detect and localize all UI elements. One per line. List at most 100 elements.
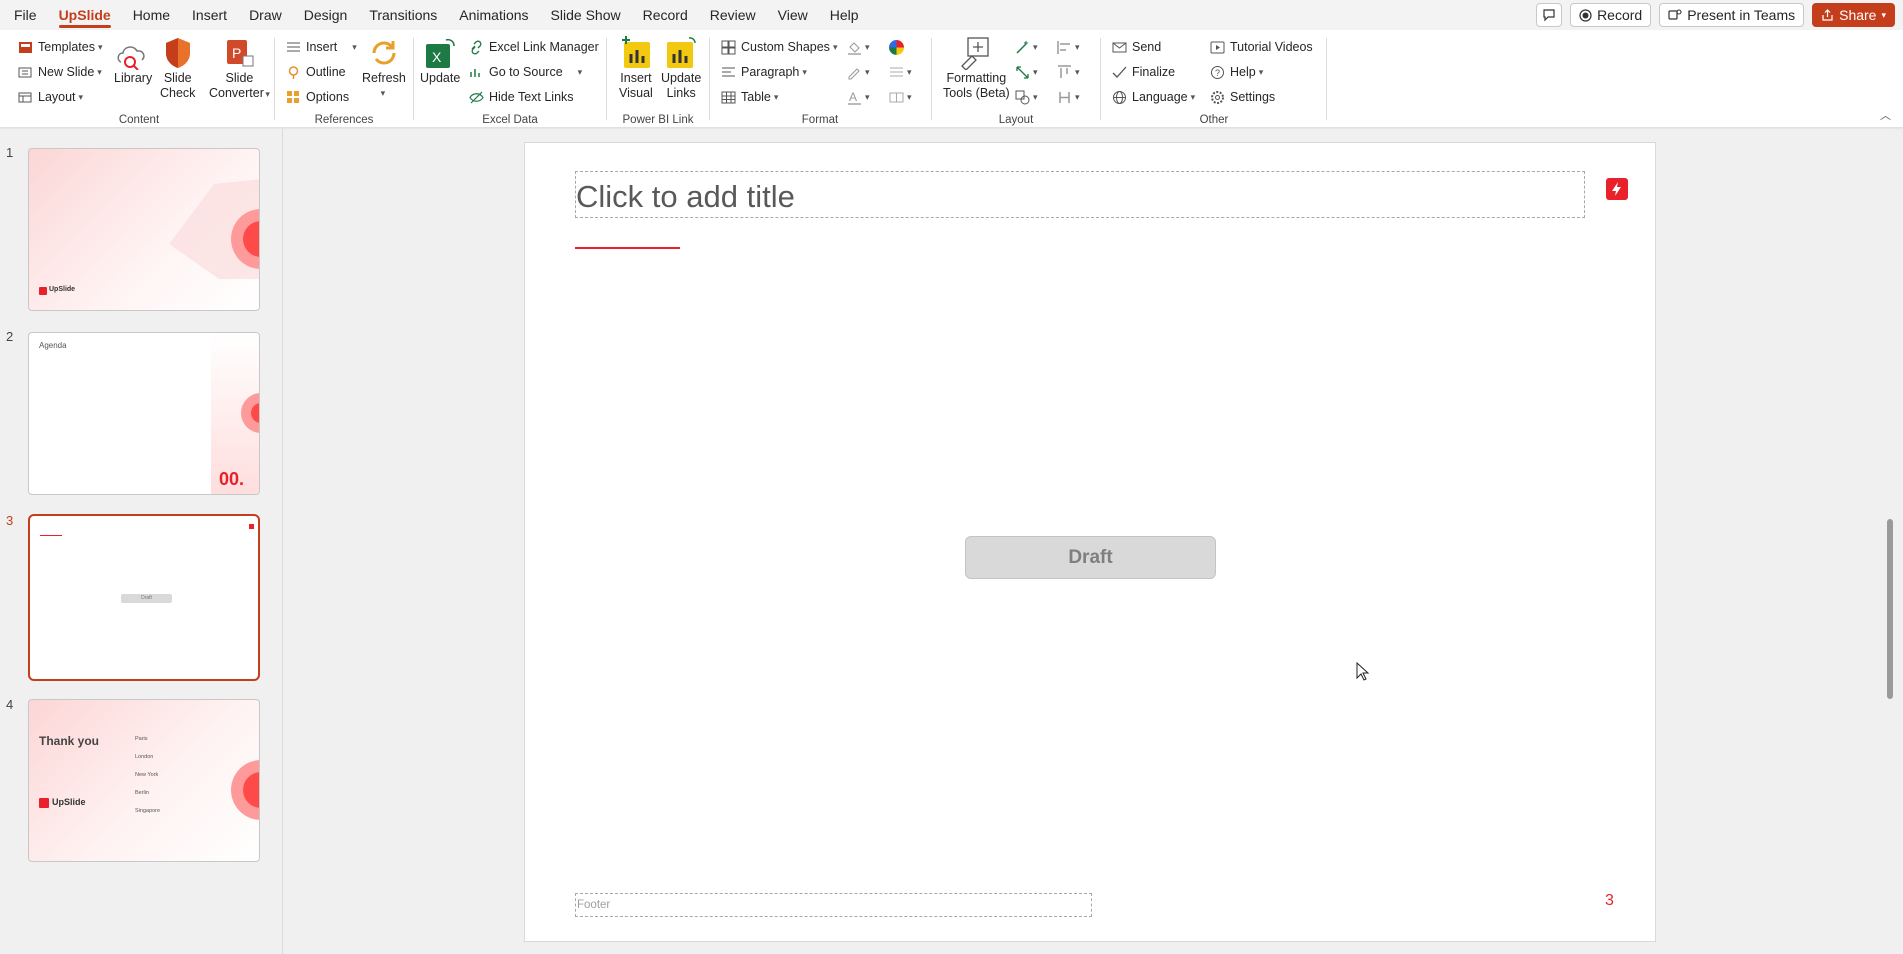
update-links-label-2: Links	[666, 86, 696, 100]
tab-design[interactable]: Design	[293, 0, 359, 30]
distribute-button[interactable]: ▾	[1057, 86, 1080, 108]
excel-update-button[interactable]: X Update	[420, 36, 460, 86]
new-slide-button[interactable]: New Slide ▾	[18, 61, 102, 83]
tab-record[interactable]: Record	[632, 0, 699, 30]
formatting-tools-button[interactable]: Formatting Tools (Beta)	[943, 36, 1010, 101]
hide-text-links-button[interactable]: Hide Text Links	[469, 86, 574, 108]
resize-icon	[1015, 65, 1030, 80]
record-icon	[1579, 8, 1592, 22]
ribbon-divider	[709, 38, 710, 120]
group-layout: Formatting Tools (Beta) ▾ ▾ ▾ ▾ ▾ ▾ Layo…	[935, 34, 1097, 126]
finalize-button[interactable]: Finalize	[1112, 61, 1175, 83]
paragraph-button[interactable]: Paragraph ▾	[721, 61, 807, 83]
tab-draw[interactable]: Draw	[238, 0, 293, 30]
references-insert-button[interactable]: Insert ▾	[286, 36, 357, 58]
options-label: Options	[306, 90, 350, 104]
excel-link-manager-button[interactable]: Excel Link Manager	[469, 36, 599, 58]
draft-stamp[interactable]: Draft	[965, 536, 1216, 579]
chevron-down-icon: ▾	[352, 41, 357, 52]
options-button[interactable]: Options	[286, 86, 349, 108]
upslide-logo-icon	[39, 798, 49, 808]
tab-review[interactable]: Review	[699, 0, 767, 30]
footer-placeholder[interactable]: Footer	[575, 893, 1092, 917]
tab-transitions[interactable]: Transitions	[358, 0, 448, 30]
text-box-button[interactable]: ▾	[889, 86, 912, 108]
share-button[interactable]: Share ▾	[1812, 3, 1895, 27]
insert-visual-button[interactable]: Insert Visual	[619, 36, 653, 101]
slide-thumbnail-3[interactable]: Draft	[28, 514, 260, 681]
excel-update-label: Update	[420, 71, 461, 85]
paragraph-icon	[721, 65, 736, 80]
settings-label: Settings	[1230, 90, 1276, 104]
help-button[interactable]: ? Help ▾	[1210, 61, 1263, 83]
align-button[interactable]: ▾	[1057, 36, 1080, 58]
resize-button[interactable]: ▾	[1015, 61, 1038, 83]
title-placeholder[interactable]: Click to add title	[575, 171, 1585, 218]
group-label-format: Format	[801, 114, 839, 126]
references-insert-label: Insert	[306, 40, 338, 54]
hide-text-links-label: Hide Text Links	[489, 90, 574, 104]
chevron-down-icon: ▾	[265, 89, 270, 99]
vertical-scrollbar[interactable]	[1885, 129, 1894, 954]
settings-button[interactable]: Settings	[1210, 86, 1275, 108]
thumbnail-title: Agenda	[39, 341, 67, 350]
color-palette-button[interactable]	[889, 36, 904, 58]
send-button[interactable]: Send	[1112, 36, 1161, 58]
font-color-button[interactable]: A ▾	[847, 86, 870, 108]
chevron-down-icon: ▾	[1075, 91, 1080, 102]
language-button[interactable]: Language ▾	[1112, 86, 1195, 108]
tab-animations[interactable]: Animations	[448, 0, 539, 30]
collapse-ribbon-button[interactable]: ︿	[1880, 107, 1891, 123]
chevron-down-icon: ▾	[97, 41, 103, 52]
smart-tool-button[interactable]: ▾	[1015, 36, 1038, 58]
thumbnail-draft: Draft	[121, 594, 172, 603]
slide-thumbnail-2[interactable]: Agenda 00.	[28, 332, 260, 495]
shape-tool-button[interactable]: ▾	[1015, 86, 1038, 108]
checkmark-icon	[1112, 65, 1127, 80]
templates-icon	[18, 40, 33, 55]
slide-thumbnail-1[interactable]: UpSlide	[28, 148, 260, 311]
tab-help[interactable]: Help	[819, 0, 870, 30]
slide-check-button[interactable]: Slide Check	[160, 36, 195, 101]
layout-button[interactable]: Layout ▾	[18, 86, 83, 108]
tab-slide-show[interactable]: Slide Show	[540, 0, 632, 30]
comments-button[interactable]	[1536, 3, 1563, 27]
tab-insert[interactable]: Insert	[181, 0, 238, 30]
new-slide-icon	[18, 65, 33, 80]
mouse-cursor-icon	[1356, 662, 1370, 681]
templates-button[interactable]: Templates ▾	[18, 36, 103, 58]
tab-file[interactable]: File	[3, 0, 48, 30]
scrollbar-thumb[interactable]	[1887, 519, 1893, 699]
table-button[interactable]: Table ▾	[721, 86, 778, 108]
go-to-source-button[interactable]: Go to Source ▾	[469, 61, 582, 83]
ribbon-divider	[274, 38, 275, 120]
record-button[interactable]: Record	[1570, 3, 1652, 27]
slide-check-label-1: Slide	[163, 71, 192, 85]
refresh-button[interactable]: Refresh ▾	[362, 36, 406, 101]
tab-upslide[interactable]: UpSlide	[48, 0, 122, 30]
outline-button[interactable]: Outline	[286, 61, 346, 83]
video-icon	[1210, 40, 1225, 55]
slide-converter-label-1: Slide	[225, 71, 254, 85]
fill-color-button[interactable]: ▾	[847, 36, 870, 58]
update-links-button[interactable]: Update Links	[661, 36, 701, 101]
chevron-down-icon: ▾	[1258, 66, 1264, 77]
slide-converter-button[interactable]: P Slide Converter ▾	[209, 36, 270, 102]
line-color-button[interactable]: ▾	[847, 61, 870, 83]
group-excel-data: X Update Excel Link Manager Go to Source…	[417, 34, 603, 126]
present-in-teams-button[interactable]: Present in Teams	[1659, 3, 1805, 27]
tab-view[interactable]: View	[767, 0, 819, 30]
upslide-badge[interactable]	[1606, 178, 1628, 200]
color-wheel-icon	[889, 39, 904, 55]
chevron-down-icon: ▾	[802, 66, 807, 77]
line-style-button[interactable]: ▾	[889, 61, 912, 83]
custom-shapes-button[interactable]: Custom Shapes ▾	[721, 36, 837, 58]
thumbnail-office: London	[135, 754, 154, 760]
slide-thumbnail-pane: 1 UpSlide 2 Agenda 00. 3 Draft 4 Thank y…	[0, 129, 283, 954]
library-button[interactable]: Library	[114, 36, 152, 86]
tab-home[interactable]: Home	[122, 0, 181, 30]
tutorial-videos-button[interactable]: Tutorial Videos	[1210, 36, 1313, 58]
slide-canvas[interactable]: Click to add title Draft Footer 3	[524, 142, 1656, 942]
slide-thumbnail-4[interactable]: Thank you UpSlide Paris London New York …	[28, 699, 260, 862]
align-top-button[interactable]: ▾	[1057, 61, 1080, 83]
